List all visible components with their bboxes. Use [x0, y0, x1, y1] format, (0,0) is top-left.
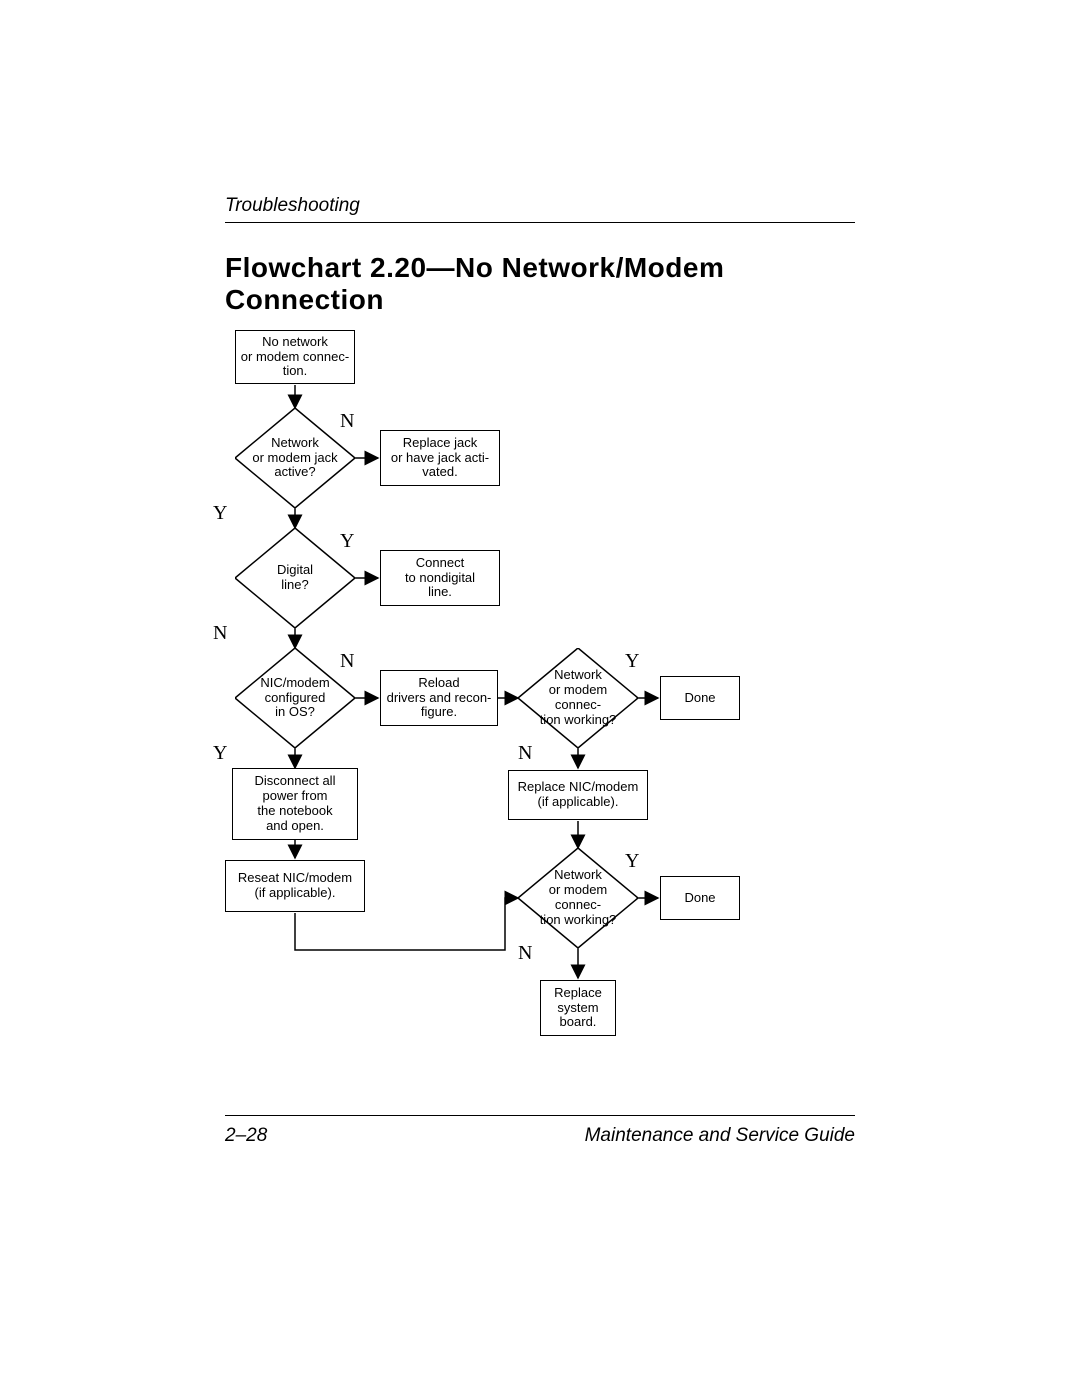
decision-jack-text: Network or modem jack active?	[250, 436, 340, 481]
done2-text: Done	[684, 891, 715, 906]
decision-digital-line: Digital line?	[235, 528, 355, 628]
document-page: Troubleshooting Flowchart 2.20—No Networ…	[0, 0, 1080, 1397]
section-header: Troubleshooting	[225, 195, 360, 217]
decision-digital-text: Digital line?	[250, 563, 340, 593]
disconnect-text: Disconnect all power from the notebook a…	[255, 774, 336, 834]
label-y: Y	[625, 650, 639, 673]
footer-guide-title: Maintenance and Service Guide	[585, 1125, 855, 1147]
flowchart-title: Flowchart 2.20—No Network/Modem Connecti…	[225, 252, 724, 316]
reseat-text: Reseat NIC/modem (if applicable).	[238, 871, 352, 901]
footer-rule	[225, 1115, 855, 1116]
replace-nic-text: Replace NIC/modem (if applicable).	[518, 780, 639, 810]
decision-working-1: Network or modem connec- tion working?	[518, 648, 638, 748]
decision-configured-text: NIC/modem configured in OS?	[250, 676, 340, 721]
footer-page-number: 2–28	[225, 1125, 267, 1147]
process-nondigital-text: Connect to nondigital line.	[405, 556, 475, 601]
terminal-done-1: Done	[660, 676, 740, 720]
label-n: N	[213, 622, 227, 645]
decision-configured: NIC/modem configured in OS?	[235, 648, 355, 748]
decision-working2-text: Network or modem connec- tion working?	[533, 868, 623, 928]
header-rule	[225, 222, 855, 223]
process-replace-system-board: Replace system board.	[540, 980, 616, 1036]
process-replace-jack: Replace jack or have jack acti- vated.	[380, 430, 500, 486]
terminal-done-2: Done	[660, 876, 740, 920]
done1-text: Done	[684, 691, 715, 706]
process-reload-drivers: Reload drivers and recon- figure.	[380, 670, 498, 726]
label-n: N	[518, 742, 532, 765]
decision-jack-active: Network or modem jack active?	[235, 408, 355, 508]
process-connect-nondigital: Connect to nondigital line.	[380, 550, 500, 606]
decision-working1-text: Network or modem connec- tion working?	[533, 668, 623, 728]
replace-sys-text: Replace system board.	[554, 986, 602, 1031]
label-n: N	[340, 410, 354, 433]
process-replace-nic: Replace NIC/modem (if applicable).	[508, 770, 648, 820]
decision-working-2: Network or modem connec- tion working?	[518, 848, 638, 948]
label-y: Y	[213, 502, 227, 525]
label-n: N	[518, 942, 532, 965]
label-n: N	[340, 650, 354, 673]
process-replace-jack-text: Replace jack or have jack acti- vated.	[391, 436, 489, 481]
start-node: No network or modem connec- tion.	[235, 330, 355, 384]
process-reseat-nic: Reseat NIC/modem (if applicable).	[225, 860, 365, 912]
process-disconnect-power: Disconnect all power from the notebook a…	[232, 768, 358, 840]
label-y: Y	[213, 742, 227, 765]
label-y: Y	[340, 530, 354, 553]
flowchart-canvas: No network or modem connec- tion. Networ…	[225, 330, 875, 1100]
label-y: Y	[625, 850, 639, 873]
process-reload-text: Reload drivers and recon- figure.	[387, 676, 492, 721]
start-text: No network or modem connec- tion.	[241, 335, 349, 380]
